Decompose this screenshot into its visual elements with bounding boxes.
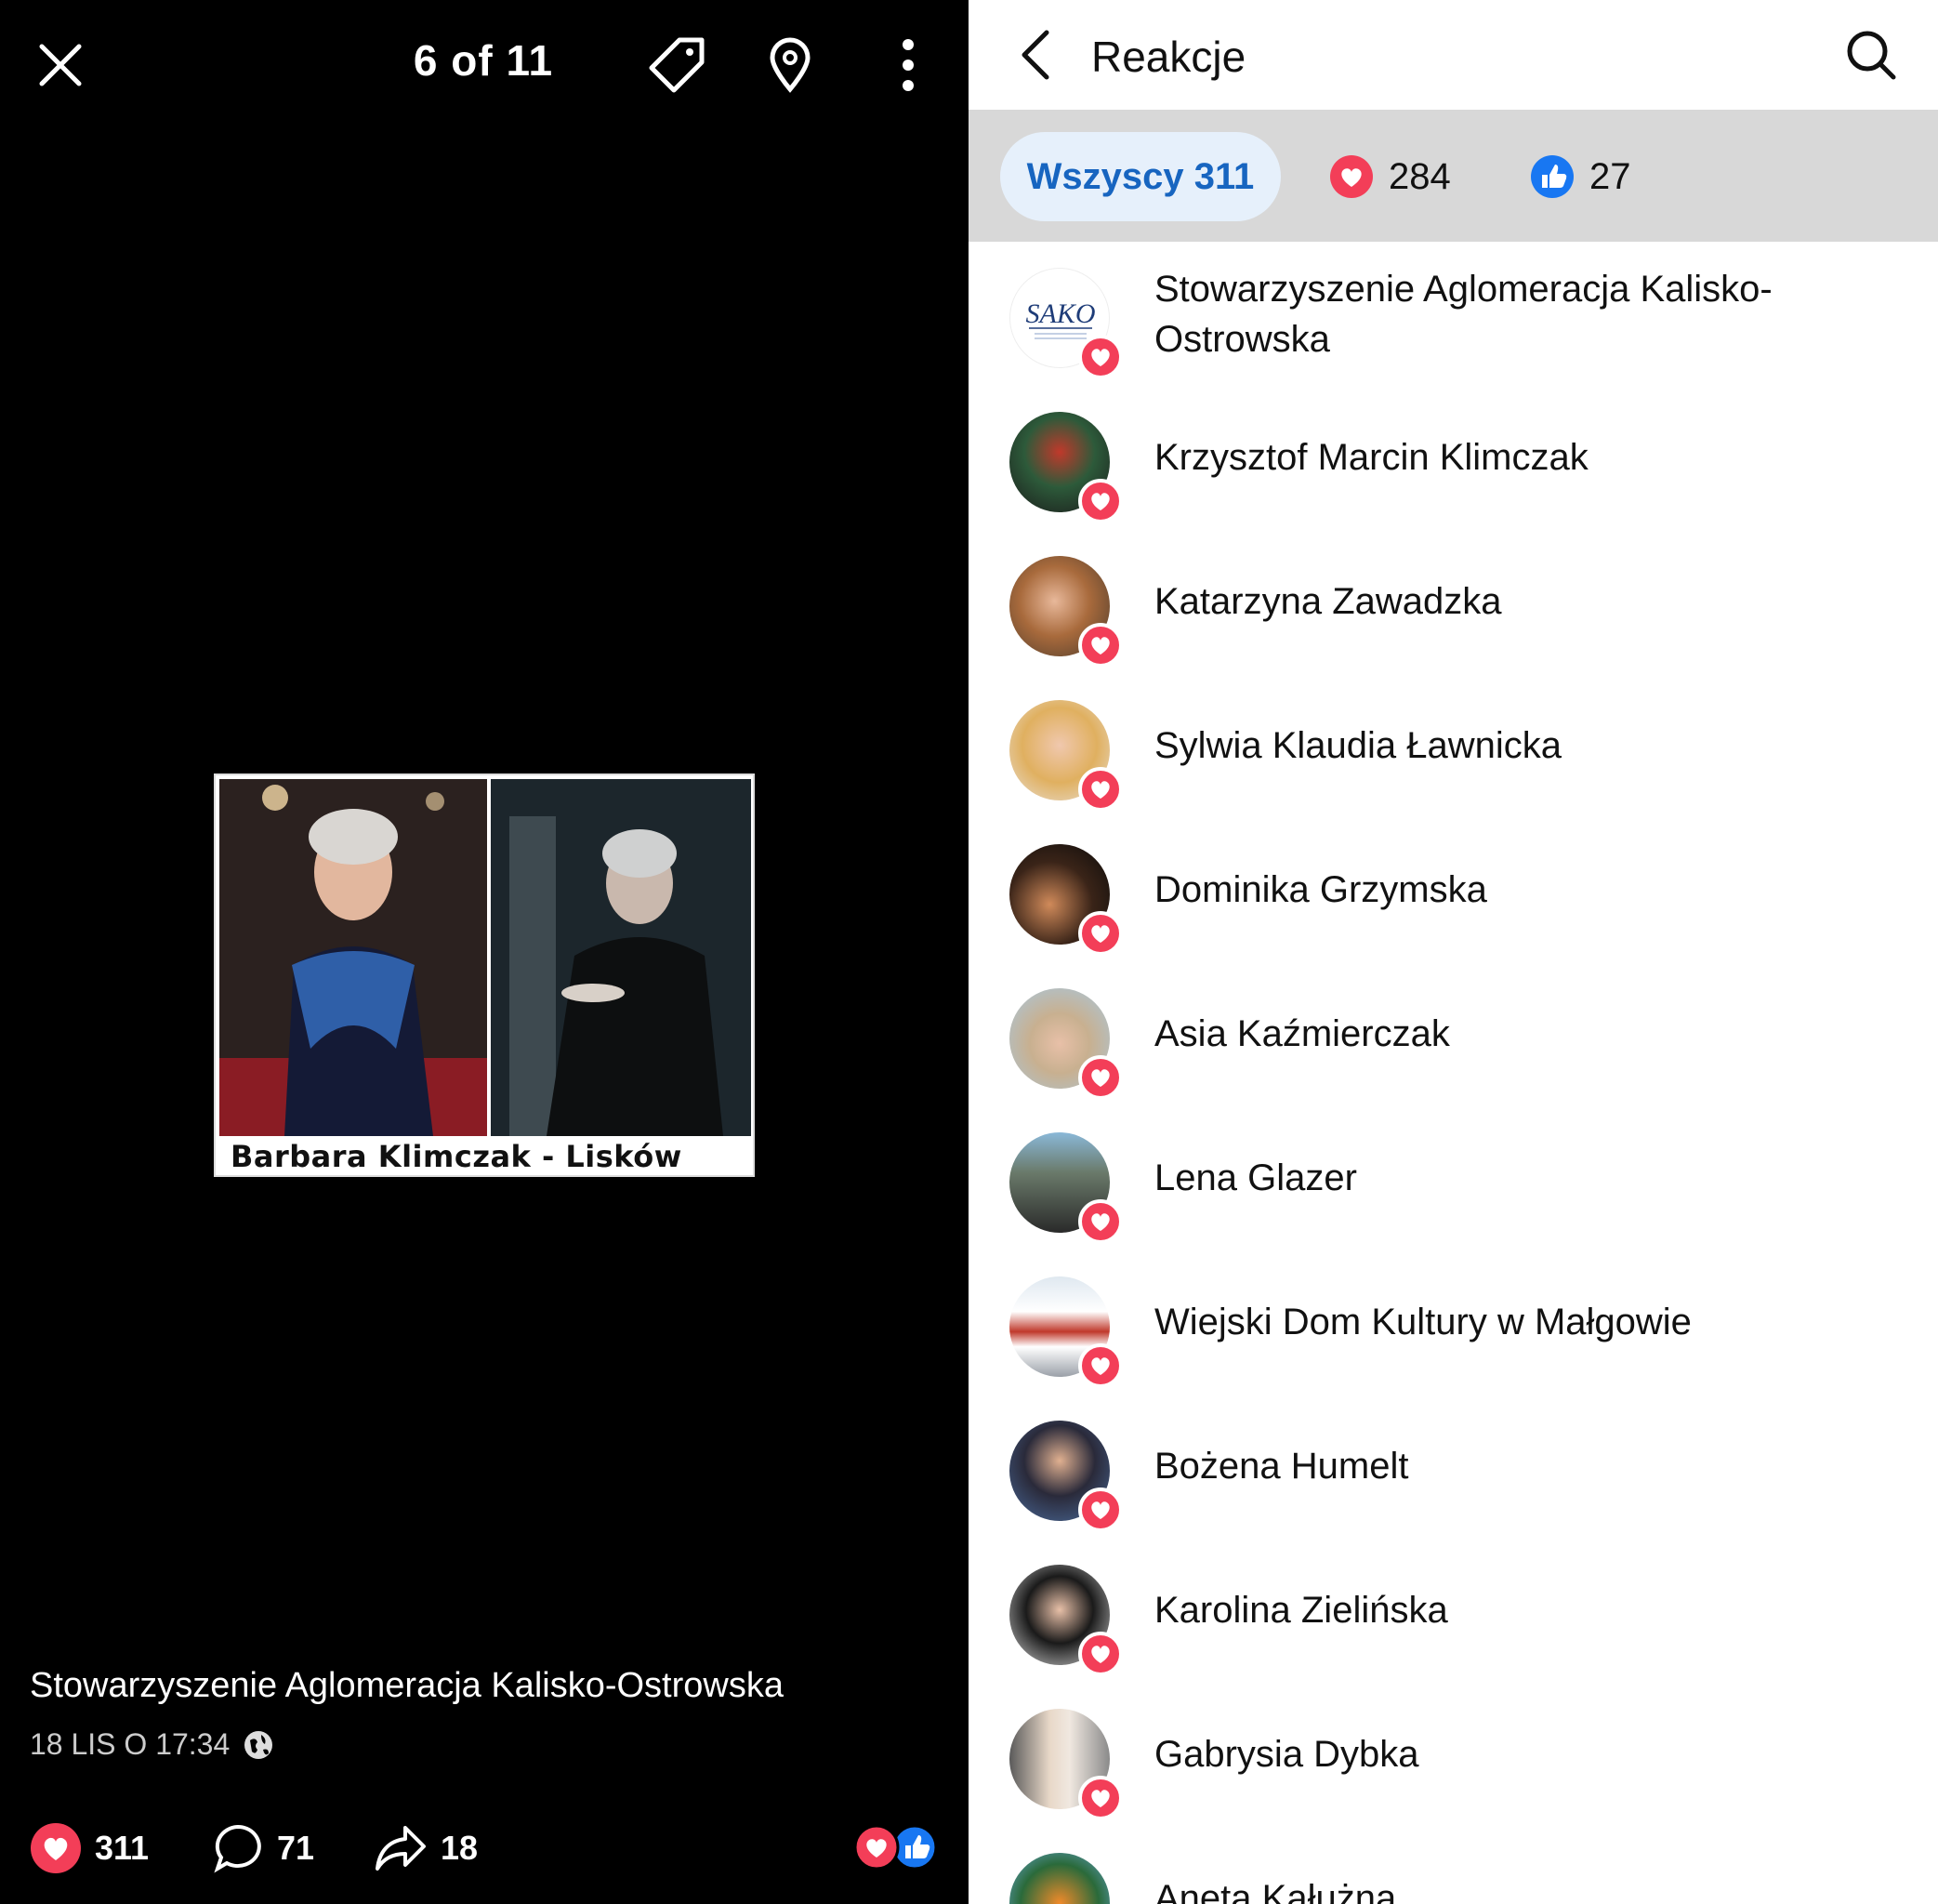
love-badge-icon <box>1078 1776 1123 1820</box>
panel-header: Reakcje <box>969 0 1938 110</box>
filter-love-tab[interactable]: 284 <box>1329 132 1451 221</box>
post-photo[interactable]: Barbara Klimczak - Lisków <box>214 774 755 1177</box>
reactor-name: Katarzyna Zawadzka <box>1154 581 1502 622</box>
reactor-row[interactable]: Krzysztof Marcin Klimczak <box>969 386 1938 530</box>
reactor-avatar <box>1009 700 1123 812</box>
reactor-avatar <box>1009 1709 1123 1820</box>
shares-stat[interactable]: 18 <box>374 1822 478 1874</box>
comment-icon <box>214 1824 261 1873</box>
post-timestamp: 18 LIS O 17:34 <box>30 1727 231 1761</box>
reactor-row[interactable]: SAKO Stowarzyszenie Aglomeracja Kalisko-… <box>969 242 1938 386</box>
love-reaction-icon <box>31 1823 81 1873</box>
love-badge-icon <box>1078 623 1123 668</box>
reactor-name: Lena Glazer <box>1154 1157 1357 1198</box>
reactions-count: 311 <box>95 1829 150 1867</box>
reactor-avatar <box>1009 1421 1123 1532</box>
reactor-avatar <box>1009 988 1123 1100</box>
reactor-name: Bożena Humelt <box>1154 1446 1409 1487</box>
reactor-row[interactable]: Dominika Grzymska <box>969 818 1938 962</box>
reaction-summary-icons[interactable] <box>853 1824 939 1871</box>
back-button[interactable] <box>1008 24 1063 86</box>
comments-count: 71 <box>277 1829 315 1867</box>
photo-portrait-left <box>219 779 487 1136</box>
globe-icon <box>244 1730 273 1759</box>
close-icon <box>39 44 82 86</box>
filter-all-tab[interactable]: Wszyscy 311 <box>1000 132 1281 221</box>
search-icon <box>1847 31 1896 80</box>
reactors-list: SAKO Stowarzyszenie Aglomeracja Kalisko-… <box>969 242 1938 1904</box>
reactor-avatar: SAKO <box>1009 268 1123 379</box>
reactor-row[interactable]: Lena Glazer <box>969 1106 1938 1250</box>
chevron-left-icon <box>1022 30 1049 80</box>
viewer-action-bar: 311 71 18 <box>0 1813 969 1887</box>
more-vertical-icon <box>903 39 914 91</box>
reactor-name: Dominika Grzymska <box>1154 869 1487 910</box>
reaction-filter-bar: Wszyscy 311 284 27 <box>969 110 1938 242</box>
photo-viewer: 6 of 11 Barbara Klimczak - Lisków Stowar… <box>0 0 969 1904</box>
reactor-name: Stowarzyszenie Aglomeracja Kalisko-Ostro… <box>1154 269 1773 360</box>
reactor-name: Aneta Kałużna <box>1154 1878 1397 1904</box>
viewer-top-bar: 6 of 11 <box>0 0 969 130</box>
tag-button[interactable] <box>641 28 711 102</box>
location-button[interactable] <box>758 28 823 102</box>
reactor-avatar <box>1009 1276 1123 1388</box>
reactor-name: Karolina Zielińska <box>1154 1590 1448 1631</box>
like-reaction-icon <box>1531 155 1574 198</box>
reactions-stat[interactable]: 311 <box>30 1822 149 1874</box>
like-reaction-icon <box>891 1824 938 1871</box>
filter-like-tab[interactable]: 27 <box>1530 132 1631 221</box>
love-badge-icon <box>1078 1488 1123 1532</box>
reactor-avatar <box>1009 1565 1123 1676</box>
reactor-name: Krzysztof Marcin Klimczak <box>1154 437 1589 478</box>
love-badge-icon <box>1078 1632 1123 1676</box>
reactor-name: Gabrysia Dybka <box>1154 1734 1419 1775</box>
tag-icon <box>649 37 704 93</box>
filter-like-count: 27 <box>1589 155 1631 197</box>
love-reaction-icon <box>1330 155 1373 198</box>
reactor-name: Sylwia Klaudia Ławnicka <box>1154 725 1562 766</box>
reactor-name: Wiejski Dom Kultury w Małgowie <box>1154 1302 1692 1342</box>
share-icon <box>376 1826 426 1871</box>
reactor-row[interactable]: Gabrysia Dybka <box>969 1683 1938 1827</box>
reactor-name: Asia Kaźmierczak <box>1154 1013 1450 1054</box>
reactor-row[interactable]: Bożena Humelt <box>969 1395 1938 1539</box>
comments-stat[interactable]: 71 <box>212 1822 314 1874</box>
close-button[interactable] <box>28 28 93 102</box>
love-badge-icon <box>1078 911 1123 956</box>
love-badge-icon <box>1078 1343 1123 1388</box>
love-badge-icon <box>1078 335 1123 379</box>
post-author[interactable]: Stowarzyszenie Aglomeracja Kalisko-Ostro… <box>30 1666 784 1706</box>
photo-counter: 6 of 11 <box>413 36 554 85</box>
post-meta: 18 LIS O 17:34 <box>30 1727 274 1762</box>
photo-portrait-right <box>491 779 751 1136</box>
panel-title: Reakcje <box>1091 33 1246 81</box>
location-pin-icon <box>770 37 811 93</box>
reactor-row[interactable]: Katarzyna Zawadzka <box>969 530 1938 674</box>
reactor-avatar <box>1009 412 1123 523</box>
reactor-avatar <box>1009 556 1123 668</box>
sako-logo-text: SAKO <box>1026 298 1096 329</box>
reactions-panel: Reakcje Wszyscy 311 284 27 SAKO Stowarzy… <box>969 0 1938 1904</box>
reactor-row[interactable]: Asia Kaźmierczak <box>969 962 1938 1106</box>
reactor-row[interactable]: Sylwia Klaudia Ławnicka <box>969 674 1938 818</box>
reactor-avatar <box>1009 1853 1121 1904</box>
reactor-row[interactable]: Karolina Zielińska <box>969 1539 1938 1683</box>
reactor-avatar <box>1009 1132 1123 1244</box>
search-button[interactable] <box>1842 26 1900 84</box>
reactor-row[interactable]: Aneta Kałużna <box>969 1827 1938 1904</box>
more-options-button[interactable] <box>878 28 938 102</box>
filter-love-count: 284 <box>1389 155 1451 197</box>
love-badge-icon <box>1078 1055 1123 1100</box>
love-reaction-icon <box>853 1824 900 1871</box>
photo-caption: Barbara Klimczak - Lisków <box>219 1140 751 1173</box>
love-badge-icon <box>1078 1199 1123 1244</box>
reactor-row[interactable]: Wiejski Dom Kultury w Małgowie <box>969 1250 1938 1395</box>
love-badge-icon <box>1078 767 1123 812</box>
love-badge-icon <box>1078 479 1123 523</box>
shares-count: 18 <box>441 1829 479 1867</box>
reactor-avatar <box>1009 844 1123 956</box>
